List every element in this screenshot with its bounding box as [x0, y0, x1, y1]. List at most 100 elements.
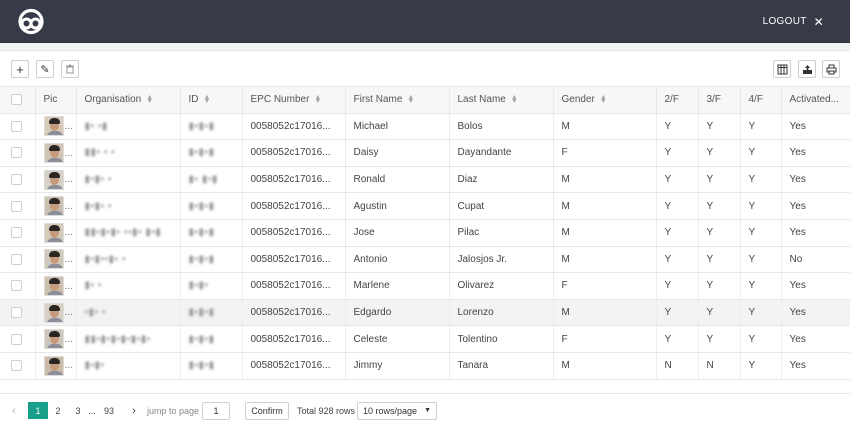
table-row[interactable]: ... ▮▪▮▪▪▮▪ ▪ ▮▪▮▪▮ 0058052c17016... Antonio…: [0, 246, 850, 274]
first-name-cell: Marlene: [345, 272, 450, 300]
redacted-text: ▮▪▮▪: [84, 360, 105, 372]
table-row[interactable]: ... ▮▮▪▮▪▮▪ ▪▪▮▪ ▮▪▮ ▮▪▮▪▮ 0058052c17016...…: [0, 219, 850, 247]
row-checkbox[interactable]: [11, 120, 22, 132]
column-header-first-name[interactable]: First Name ▲ ▼: [345, 86, 450, 114]
redacted-text: ▮▪▮▪ ▪: [84, 200, 112, 212]
row-checkbox[interactable]: [11, 280, 22, 292]
next-page-button[interactable]: ›: [128, 402, 140, 419]
table-row[interactable]: ... ▮▮▪▮▪▮▪▮▪▮▪▮▪ ▮▪▮▪▮ 0058052c17016... Cel…: [0, 325, 850, 353]
activated-cell: No: [781, 246, 850, 274]
table-row[interactable]: ... ▪▮▪ ▪ ▮▪▮▪▮ 0058052c17016... Edgardo Lore…: [0, 299, 850, 327]
id-cell: ▮▪▮▪▮: [180, 352, 243, 380]
columns-icon: [777, 64, 787, 74]
first-name-cell: Ronald: [345, 166, 450, 194]
table-row[interactable]: ... ▮▪ ▪ ▮▪▮▪ 0058052c17016... Marlene Olivar…: [0, 272, 850, 300]
sort-icon[interactable]: ▲ ▼: [146, 94, 153, 105]
column-label: Gender: [561, 94, 595, 106]
pic-cell: ...: [35, 299, 77, 327]
table-row[interactable]: ... ▮▮▪ ▪ ▪ ▮▪▮▪▮ 0058052c17016... Daisy Daya…: [0, 139, 850, 167]
pic-cell: ...: [35, 272, 77, 300]
page-ellipsis[interactable]: ...: [86, 402, 98, 419]
edit-button[interactable]: ✎: [36, 60, 54, 78]
f3-cell: Y: [698, 299, 741, 327]
sort-icon[interactable]: ▲ ▼: [511, 94, 518, 105]
row-checkbox[interactable]: [11, 333, 22, 345]
select-all-checkbox-cell[interactable]: [0, 86, 36, 114]
f3-cell: Y: [698, 325, 741, 353]
page-button-3[interactable]: 3: [72, 402, 84, 419]
organisation-cell: ▮▪▮▪ ▪: [76, 166, 181, 194]
page-size-select[interactable]: 10 rows/page ▼: [357, 402, 437, 420]
confirm-button[interactable]: Confirm: [245, 402, 289, 420]
row-checkbox[interactable]: [11, 253, 22, 265]
sort-icon[interactable]: ▲ ▼: [407, 94, 414, 105]
data-table: Pic Organisation ▲ ▼ ID ▲ ▼ EPC Number ▲ ▼ Fir…: [0, 86, 850, 380]
redacted-text: ▮▮▪▮▪▮▪▮▪▮▪▮▪: [84, 333, 151, 345]
jump-to-page-label: jump to page: [147, 406, 200, 416]
print-button[interactable]: [822, 60, 840, 78]
f2-cell: Y: [656, 246, 699, 274]
row-select-cell[interactable]: [0, 325, 36, 353]
row-select-cell[interactable]: [0, 299, 36, 327]
activated-cell: Yes: [781, 219, 850, 247]
table-row[interactable]: ... ▮▪▮▪ ▪ ▮▪▮▪▮ 0058052c17016... Agustin Cup…: [0, 192, 850, 220]
row-select-cell[interactable]: [0, 192, 36, 220]
f3-cell: Y: [698, 192, 741, 220]
redacted-text: ▮▪▮▪▮: [188, 360, 215, 372]
redacted-text: ▮▪▮▪ ▪: [84, 174, 112, 186]
redacted-text: ▪▮▪ ▪: [84, 307, 106, 319]
page-button-93[interactable]: 93: [101, 402, 117, 419]
sort-icon[interactable]: ▲ ▼: [600, 94, 607, 105]
brand-logo-icon[interactable]: [12, 8, 50, 35]
table-row[interactable]: ... ▮▪▮▪ ▮▪▮▪▮ 0058052c17016... Jimmy Tanara M…: [0, 352, 850, 380]
gender-cell: M: [553, 299, 657, 327]
select-all-checkbox[interactable]: [11, 94, 22, 106]
row-checkbox[interactable]: [11, 227, 22, 239]
column-header-last-name[interactable]: Last Name ▲ ▼: [449, 86, 554, 114]
row-select-cell[interactable]: [0, 246, 36, 274]
gender-cell: F: [553, 272, 657, 300]
row-select-cell[interactable]: [0, 139, 36, 167]
logout-button[interactable]: LOGOUT ✕: [763, 16, 824, 28]
row-select-cell[interactable]: [0, 272, 36, 300]
add-button[interactable]: +: [11, 60, 29, 78]
sort-icon[interactable]: ▲ ▼: [314, 94, 321, 105]
page-button-1[interactable]: 1: [28, 402, 48, 419]
row-select-cell[interactable]: [0, 166, 36, 194]
row-checkbox[interactable]: [11, 147, 22, 159]
table-row[interactable]: ... ▮▪ ▪▮ ▮▪▮▪▮ 0058052c17016... Michael Bolo…: [0, 113, 850, 141]
prev-page-button[interactable]: ‹: [8, 402, 20, 419]
pic-cell: ...: [35, 139, 77, 167]
last-name-cell: Tanara: [449, 352, 554, 380]
jump-to-page-input[interactable]: 1: [202, 402, 230, 420]
epc-cell: 0058052c17016...: [242, 352, 346, 380]
id-cell: ▮▪ ▮▪▮: [180, 166, 243, 194]
profile-photo: [43, 329, 64, 350]
f2-cell: N: [656, 352, 699, 380]
column-header-gender[interactable]: Gender ▲ ▼: [553, 86, 657, 114]
columns-button[interactable]: [773, 60, 791, 78]
gender-cell: M: [553, 192, 657, 220]
column-header-epc[interactable]: EPC Number ▲ ▼: [242, 86, 346, 114]
row-select-cell[interactable]: [0, 113, 36, 141]
row-select-cell[interactable]: [0, 219, 36, 247]
activated-cell: Yes: [781, 299, 850, 327]
row-checkbox[interactable]: [11, 360, 22, 372]
page-button-2[interactable]: 2: [52, 402, 64, 419]
row-select-cell[interactable]: [0, 352, 36, 380]
f4-cell: Y: [740, 272, 782, 300]
export-button[interactable]: [798, 60, 816, 78]
column-header-id[interactable]: ID ▲ ▼: [180, 86, 243, 114]
sort-icon[interactable]: ▲ ▼: [204, 94, 211, 105]
table-row[interactable]: ... ▮▪▮▪ ▪ ▮▪ ▮▪▮ 0058052c17016... Ronald Dia…: [0, 166, 850, 194]
column-header-pic: Pic: [35, 86, 77, 114]
column-header-organisation[interactable]: Organisation ▲ ▼: [76, 86, 181, 114]
organisation-cell: ▮▮▪▮▪▮▪▮▪▮▪▮▪: [76, 325, 181, 353]
column-header-3f: 3/F: [698, 86, 741, 114]
delete-button[interactable]: [61, 60, 79, 78]
row-checkbox[interactable]: [11, 200, 22, 212]
row-checkbox[interactable]: [11, 174, 22, 185]
activated-cell: Yes: [781, 166, 850, 194]
row-checkbox[interactable]: [11, 306, 22, 318]
id-cell: ▮▪▮▪▮: [180, 139, 243, 167]
